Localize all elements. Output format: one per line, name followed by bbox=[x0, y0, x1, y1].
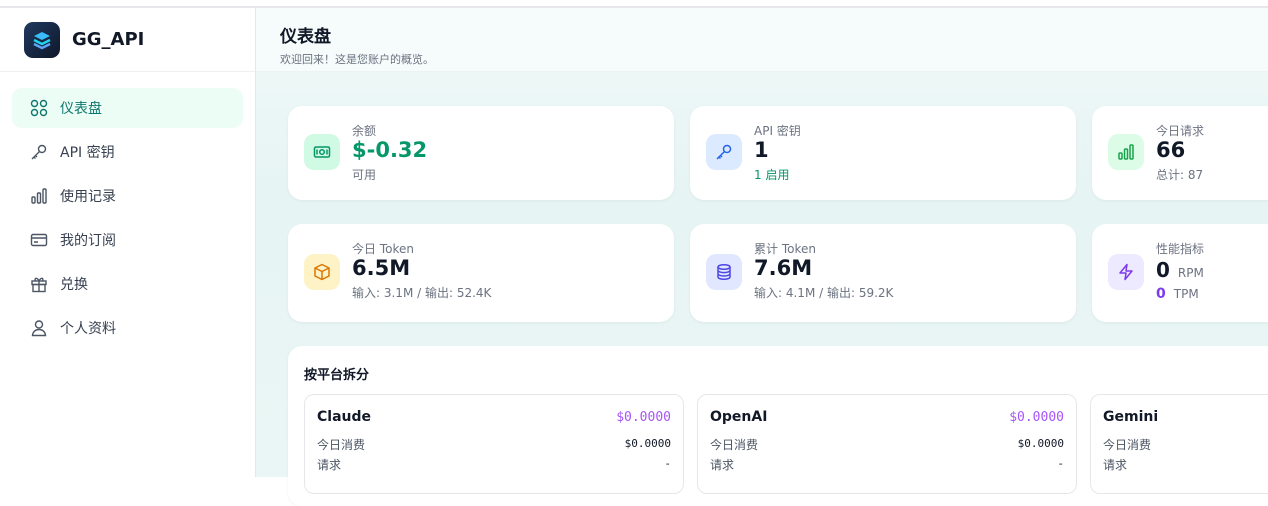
stat-sub: 总计: 87 bbox=[1156, 168, 1204, 182]
stat-label: 性能指标 bbox=[1156, 242, 1205, 256]
sidebar: GG_API 仪表盘 API 密钥 使用记录 我的订阅 兑换 个人资料 bbox=[0, 8, 256, 477]
row-label: 请求 bbox=[1103, 458, 1128, 472]
platform-name: OpenAI bbox=[710, 409, 768, 425]
app-logo-icon bbox=[24, 21, 60, 58]
user-icon bbox=[30, 319, 48, 337]
app-name: GG_API bbox=[72, 29, 145, 50]
platform-breakdown-card: 按平台拆分 Claude $0.0000 今日消费 $0.0000 请求 - O… bbox=[288, 346, 1268, 506]
row-value: $0.0000 bbox=[1017, 437, 1064, 450]
stat-sub: 输入: 4.1M / 输出: 59.2K bbox=[754, 286, 894, 300]
sidebar-item-label: 我的订阅 bbox=[60, 233, 116, 249]
platform-name: Claude bbox=[317, 409, 372, 425]
sidebar-item-redeem[interactable]: 兑换 bbox=[12, 264, 243, 304]
row-value: $0.0000 bbox=[624, 437, 671, 450]
page-header: 仪表盘 欢迎回来！这是您账户的概览。 bbox=[256, 8, 1268, 72]
database-icon bbox=[706, 254, 742, 290]
stat-card-balance: 余额 $-0.32 可用 bbox=[288, 106, 674, 200]
rpm-unit: RPM bbox=[1177, 266, 1204, 280]
stat-value: $-0.32 bbox=[352, 138, 428, 162]
stat-label: 余额 bbox=[352, 124, 377, 138]
sidebar-item-api-keys[interactable]: API 密钥 bbox=[12, 132, 243, 172]
credit-card-icon bbox=[30, 231, 48, 249]
stat-label: 累计 Token bbox=[754, 242, 816, 256]
stat-label: 今日请求 bbox=[1156, 124, 1205, 138]
row-label: 今日消费 bbox=[1103, 438, 1152, 452]
tpm-value: 0 bbox=[1156, 286, 1166, 302]
rpm-value: 0 bbox=[1156, 258, 1170, 282]
key-icon bbox=[30, 143, 48, 161]
sidebar-item-label: 个人资料 bbox=[60, 321, 116, 337]
cube-icon bbox=[304, 254, 340, 290]
sidebar-item-profile[interactable]: 个人资料 bbox=[12, 308, 243, 348]
sidebar-nav: 仪表盘 API 密钥 使用记录 我的订阅 兑换 个人资料 bbox=[0, 72, 255, 368]
lightning-icon bbox=[1108, 254, 1144, 290]
brand[interactable]: GG_API bbox=[0, 8, 255, 72]
stat-value: 6.5M bbox=[352, 256, 411, 280]
sidebar-item-subscriptions[interactable]: 我的订阅 bbox=[12, 220, 243, 260]
rpm-row: 0 RPM bbox=[1156, 258, 1204, 282]
sidebar-item-label: 仪表盘 bbox=[60, 101, 102, 117]
page-title: 仪表盘 bbox=[280, 27, 331, 47]
sidebar-item-label: 兑换 bbox=[60, 277, 88, 293]
bar-chart-icon bbox=[30, 187, 48, 205]
section-title: 按平台拆分 bbox=[304, 368, 370, 383]
stat-card-today-requests: 今日请求 66 总计: 87 bbox=[1092, 106, 1268, 200]
platform-name: Gemini bbox=[1103, 409, 1159, 425]
platform-card-claude[interactable]: Claude $0.0000 今日消费 $0.0000 请求 - bbox=[304, 394, 684, 494]
stat-label: 今日 Token bbox=[352, 242, 414, 256]
stat-sub: 1 启用 bbox=[754, 168, 790, 182]
sidebar-item-label: 使用记录 bbox=[60, 189, 116, 205]
tpm-row: 0 TPM bbox=[1156, 286, 1199, 302]
stat-sub: 输入: 3.1M / 输出: 52.4K bbox=[352, 286, 492, 300]
key-icon bbox=[706, 134, 742, 170]
row-value: - bbox=[1057, 457, 1064, 470]
stat-sub: 可用 bbox=[352, 168, 377, 182]
sidebar-item-label: API 密钥 bbox=[60, 145, 115, 161]
row-label: 今日消费 bbox=[317, 438, 366, 452]
platform-total: $0.0000 bbox=[616, 410, 671, 425]
stat-card-today-tokens: 今日 Token 6.5M 输入: 3.1M / 输出: 52.4K bbox=[288, 224, 674, 322]
sidebar-item-usage[interactable]: 使用记录 bbox=[12, 176, 243, 216]
row-label: 请求 bbox=[710, 458, 735, 472]
sidebar-item-dashboard[interactable]: 仪表盘 bbox=[12, 88, 243, 128]
stat-card-total-tokens: 累计 Token 7.6M 输入: 4.1M / 输出: 59.2K bbox=[690, 224, 1076, 322]
stat-label: API 密钥 bbox=[754, 124, 801, 138]
row-label: 今日消费 bbox=[710, 438, 759, 452]
bar-chart-icon bbox=[1108, 134, 1144, 170]
platform-card-gemini[interactable]: Gemini 今日消费 请求 bbox=[1090, 394, 1268, 494]
stat-value: 7.6M bbox=[754, 256, 813, 280]
main-content: 仪表盘 欢迎回来！这是您账户的概览。 余额 $-0.32 可用 API 密钥 1… bbox=[256, 8, 1268, 506]
stat-card-performance: 性能指标 0 RPM 0 TPM bbox=[1092, 224, 1268, 322]
dashboard-grid-icon bbox=[30, 99, 48, 117]
stat-value: 1 bbox=[754, 138, 769, 162]
stat-card-api-keys: API 密钥 1 1 启用 bbox=[690, 106, 1076, 200]
row-value: - bbox=[664, 457, 671, 470]
platform-total: $0.0000 bbox=[1009, 410, 1064, 425]
platform-card-openai[interactable]: OpenAI $0.0000 今日消费 $0.0000 请求 - bbox=[697, 394, 1077, 494]
money-icon bbox=[304, 134, 340, 170]
row-label: 请求 bbox=[317, 458, 342, 472]
gift-icon bbox=[30, 275, 48, 293]
page-subtitle: 欢迎回来！这是您账户的概览。 bbox=[280, 53, 434, 66]
stat-value: 66 bbox=[1156, 138, 1186, 162]
tpm-unit: TPM bbox=[1173, 287, 1199, 301]
